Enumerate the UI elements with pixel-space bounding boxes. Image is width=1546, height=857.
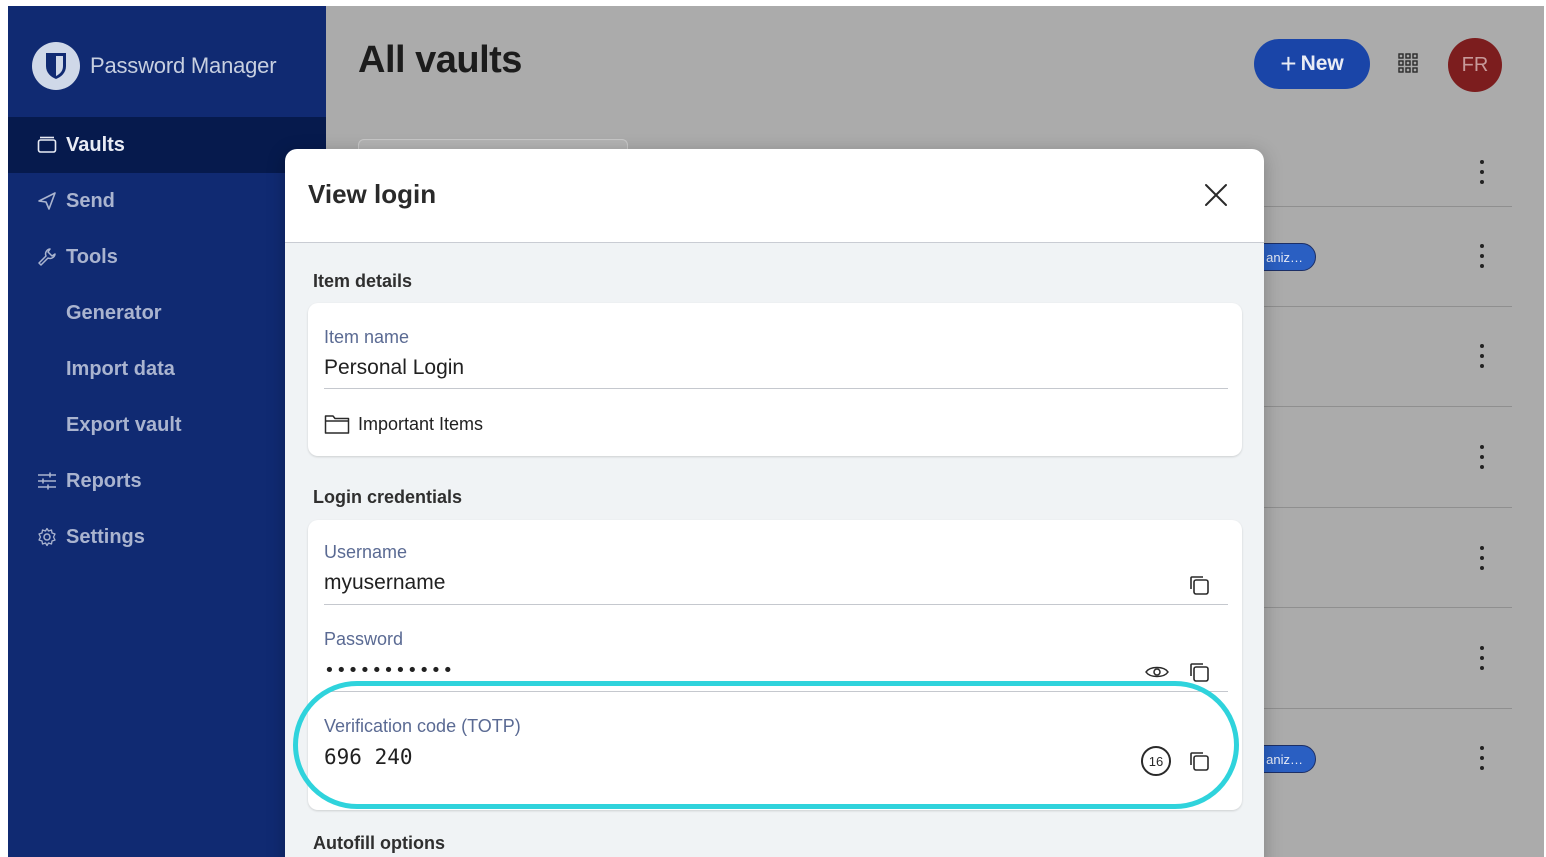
- row-divider: [1264, 206, 1512, 207]
- sidebar-item-label: Reports: [66, 469, 142, 492]
- row-menu-icon[interactable]: [1472, 244, 1492, 268]
- shield-logo-icon: [32, 42, 80, 90]
- password-label: Password: [324, 629, 404, 649]
- copy-password-icon[interactable]: [1186, 659, 1212, 685]
- sidebar-item-label: Tools: [66, 245, 118, 268]
- folder-row: Important Items: [324, 413, 483, 435]
- sidebar-item-send[interactable]: Send: [8, 173, 326, 229]
- sidebar-item-label: Send: [66, 189, 115, 212]
- vault-icon: [36, 134, 58, 156]
- section-title-login-credentials: Login credentials: [313, 487, 463, 507]
- sidebar-item-label: Import data: [66, 357, 175, 380]
- item-name-value: Personal Login: [324, 356, 465, 379]
- totp-highlight-ring: [293, 681, 1239, 809]
- item-name-field[interactable]: Item name Personal Login: [324, 327, 1228, 380]
- close-icon[interactable]: [1202, 181, 1230, 209]
- sidebar-item-label: Settings: [66, 525, 145, 548]
- sidebar-item-label: Vaults: [66, 133, 125, 156]
- brand[interactable]: Password Manager: [32, 42, 277, 90]
- sidebar-item-export-vault[interactable]: Export vault: [8, 397, 326, 453]
- row-menu-icon[interactable]: [1472, 546, 1492, 570]
- new-button-label: New: [1300, 52, 1344, 75]
- page-title: All vaults: [358, 39, 522, 81]
- section-title-autofill-options: Autofill options: [313, 833, 445, 853]
- row-menu-icon[interactable]: [1472, 344, 1492, 368]
- row-divider: [1264, 306, 1512, 307]
- brand-name: Password Manager: [90, 53, 277, 78]
- gear-icon: [36, 526, 58, 548]
- row-divider: [1264, 507, 1512, 508]
- wrench-icon: [36, 246, 58, 268]
- avatar[interactable]: FR: [1448, 38, 1502, 92]
- sidebar-item-label: Generator: [66, 301, 162, 324]
- sidebar-nav: Vaults Send Tools Generator Import data: [8, 117, 326, 565]
- section-title-item-details: Item details: [313, 271, 413, 291]
- sidebar-item-tools[interactable]: Tools: [8, 229, 326, 285]
- sidebar-item-vaults[interactable]: Vaults: [8, 117, 326, 173]
- sliders-icon: [36, 470, 58, 492]
- sidebar-item-generator[interactable]: Generator: [8, 285, 326, 341]
- item-details-card: Item name Personal Login Important Items: [308, 303, 1242, 456]
- row-divider: [1264, 406, 1512, 407]
- sidebar: Password Manager Vaults Send Tools Gener…: [8, 6, 326, 857]
- folder-name: Important Items: [358, 413, 484, 434]
- sidebar-item-settings[interactable]: Settings: [8, 509, 326, 565]
- row-menu-icon[interactable]: [1472, 160, 1492, 184]
- username-value: myusername: [324, 571, 446, 594]
- app-switcher-icon[interactable]: [1398, 53, 1418, 73]
- password-value: •••••••••••: [324, 660, 455, 681]
- username-label: Username: [324, 542, 408, 562]
- sidebar-item-import-data[interactable]: Import data: [8, 341, 326, 397]
- field-divider: [324, 388, 1228, 389]
- sidebar-item-label: Export vault: [66, 413, 182, 436]
- sidebar-item-reports[interactable]: Reports: [8, 453, 326, 509]
- new-button[interactable]: + New: [1254, 39, 1370, 89]
- username-field[interactable]: Username myusername: [324, 542, 1228, 595]
- copy-username-icon[interactable]: [1186, 572, 1212, 598]
- folder-icon: [324, 415, 350, 434]
- field-divider: [324, 604, 1228, 605]
- row-menu-icon[interactable]: [1472, 646, 1492, 670]
- row-menu-icon[interactable]: [1472, 746, 1492, 770]
- password-field[interactable]: Password •••••••••••: [324, 629, 1228, 681]
- row-divider: [1264, 607, 1512, 608]
- item-name-label: Item name: [324, 327, 410, 347]
- dialog-title: View login: [308, 179, 437, 209]
- row-menu-icon[interactable]: [1472, 445, 1492, 469]
- dialog-header: View login: [285, 149, 1264, 243]
- plus-icon: +: [1280, 48, 1297, 79]
- row-divider: [1264, 708, 1512, 709]
- send-icon: [36, 190, 58, 212]
